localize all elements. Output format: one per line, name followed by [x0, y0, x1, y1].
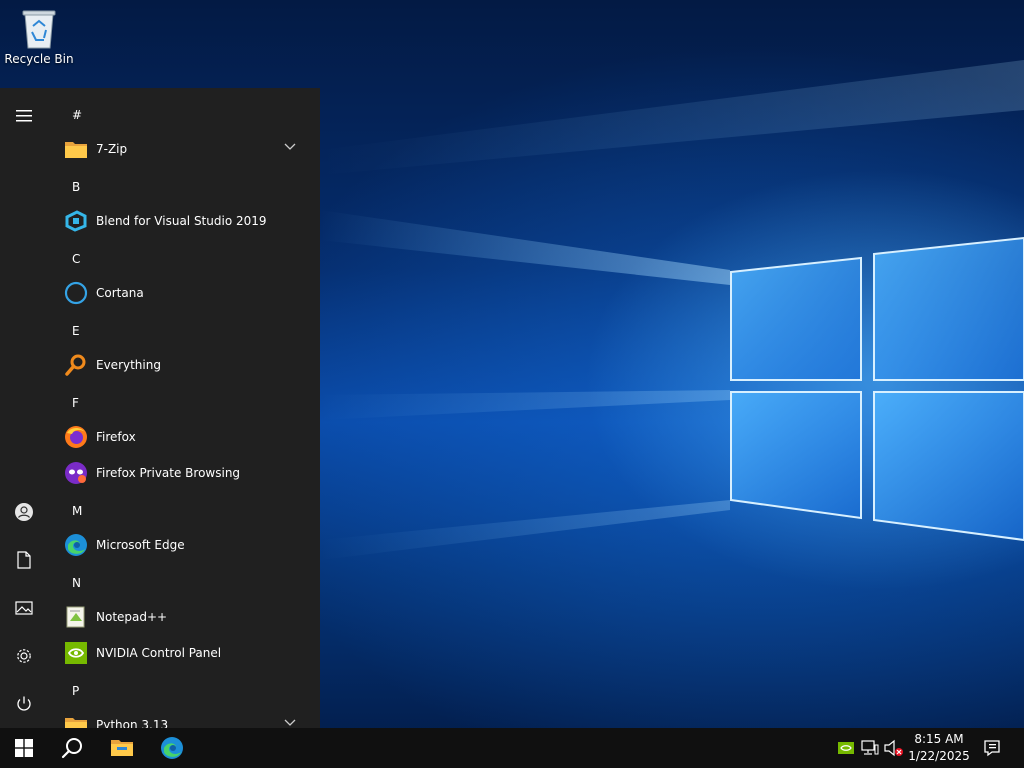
folder-icon — [64, 713, 88, 728]
recycle-bin-label: Recycle Bin — [4, 52, 74, 66]
app-list: # 7-Zip B Blend for Visual Studio 2019 C… — [48, 88, 320, 728]
account-button[interactable] — [0, 488, 48, 536]
letter-header-n[interactable]: N — [72, 573, 81, 593]
app-label-7zip: 7-Zip — [96, 142, 128, 156]
clock-date: 1/22/2025 — [908, 749, 970, 763]
edge-icon — [64, 533, 88, 557]
hamburger-icon — [16, 110, 32, 122]
app-python-folder[interactable]: Python 3.13 — [60, 708, 312, 728]
letter-header-b[interactable]: B — [72, 177, 80, 197]
app-firefox-private[interactable]: Firefox Private Browsing — [60, 456, 312, 490]
documents-icon — [17, 551, 31, 569]
app-label-python: Python 3.13 — [96, 718, 169, 728]
blend-icon — [64, 209, 88, 233]
app-label-cortana: Cortana — [96, 286, 144, 300]
edge-icon — [161, 737, 183, 759]
network-icon — [861, 740, 879, 755]
app-label-firefox: Firefox — [96, 430, 136, 444]
app-microsoft-edge[interactable]: Microsoft Edge — [60, 528, 312, 562]
app-blend[interactable]: Blend for Visual Studio 2019 — [60, 204, 312, 238]
app-label-notepadpp: Notepad++ — [96, 610, 168, 624]
volume-muted-icon — [884, 739, 903, 757]
desktop: Recycle Bin # 7-Zip B Blend for Visual S… — [0, 0, 1024, 768]
power-icon — [17, 696, 31, 711]
windows-logo-icon — [15, 739, 33, 757]
taskbar: 8:15 AM 1/22/2025 — [0, 728, 1024, 768]
power-button[interactable] — [0, 680, 48, 728]
clock-time: 8:15 AM — [914, 732, 964, 746]
chevron-down-icon — [284, 719, 296, 726]
letter-header-m[interactable]: M — [72, 501, 82, 521]
letter-header-c[interactable]: C — [72, 249, 80, 269]
search-icon — [61, 738, 82, 759]
app-firefox[interactable]: Firefox — [60, 420, 312, 454]
settings-button[interactable] — [0, 632, 48, 680]
expand-menu-button[interactable] — [0, 92, 48, 140]
firefox-private-icon — [64, 461, 88, 485]
app-label-blend: Blend for Visual Studio 2019 — [96, 214, 267, 228]
documents-button[interactable] — [0, 536, 48, 584]
chevron-down-icon — [284, 143, 296, 150]
settings-icon — [17, 649, 31, 663]
search-button[interactable] — [48, 728, 96, 768]
start-button[interactable] — [0, 728, 48, 768]
app-label-firefox-private: Firefox Private Browsing — [96, 466, 241, 480]
nvidia-icon — [838, 742, 854, 754]
cortana-icon — [64, 281, 88, 305]
app-label-everything: Everything — [96, 358, 161, 372]
system-clock[interactable]: 8:15 AM 1/22/2025 — [904, 731, 974, 765]
letter-header-hash[interactable]: # — [72, 105, 82, 125]
app-notepadpp[interactable]: Notepad++ — [60, 600, 312, 634]
app-7zip-folder[interactable]: 7-Zip — [60, 132, 312, 166]
letter-header-f[interactable]: F — [72, 393, 79, 413]
notepadpp-icon — [64, 605, 88, 629]
folder-icon — [64, 137, 88, 161]
user-icon — [15, 503, 33, 521]
everything-search-icon — [64, 353, 88, 377]
letter-header-e[interactable]: E — [72, 321, 80, 341]
tray-network[interactable] — [860, 738, 880, 758]
tray-volume[interactable] — [884, 738, 904, 758]
recycle-bin-shortcut[interactable]: Recycle Bin — [4, 6, 74, 76]
pictures-button[interactable] — [0, 584, 48, 632]
app-label-nvidia: NVIDIA Control Panel — [96, 646, 222, 660]
action-center-button[interactable] — [982, 738, 1002, 758]
recycle-bin-icon — [22, 10, 56, 49]
action-center-icon — [984, 740, 1000, 757]
start-menu-rail — [0, 88, 48, 728]
app-cortana[interactable]: Cortana — [60, 276, 312, 310]
tray-nvidia[interactable] — [836, 738, 856, 758]
app-label-edge: Microsoft Edge — [96, 538, 185, 552]
taskbar-file-explorer[interactable] — [98, 728, 146, 768]
app-everything[interactable]: Everything — [60, 348, 312, 382]
app-nvidia-control-panel[interactable]: NVIDIA Control Panel — [60, 636, 312, 670]
start-menu: # 7-Zip B Blend for Visual Studio 2019 C… — [0, 88, 320, 728]
pictures-icon — [15, 601, 33, 615]
nvidia-icon — [64, 641, 88, 665]
file-explorer-icon — [111, 740, 133, 756]
taskbar-edge[interactable] — [148, 728, 196, 768]
letter-header-p[interactable]: P — [72, 681, 79, 701]
firefox-icon — [64, 425, 88, 449]
